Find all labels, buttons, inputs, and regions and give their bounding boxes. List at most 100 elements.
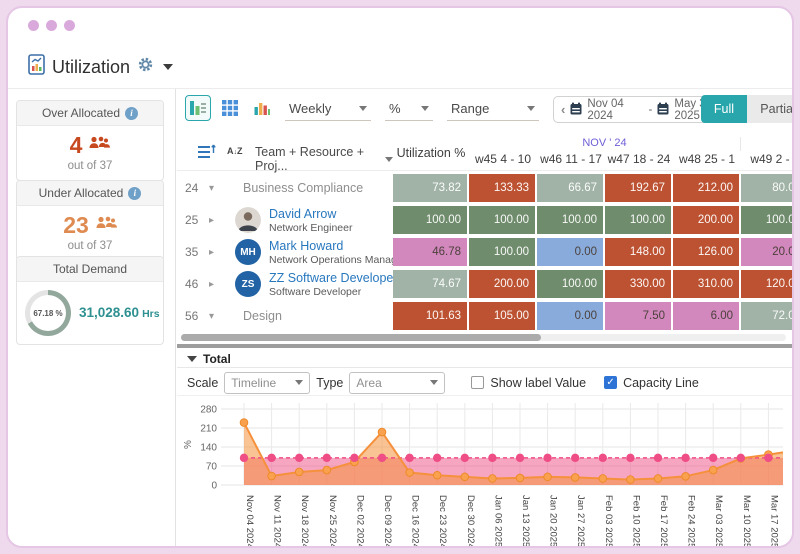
group-name[interactable]: Design xyxy=(243,309,282,323)
week-value-cell[interactable]: 126.00 xyxy=(673,238,739,266)
week-column-header[interactable]: w48 25 - 1 xyxy=(673,152,741,166)
collapse-icon[interactable] xyxy=(187,355,197,362)
svg-text:Dec 23 2024: Dec 23 2024 xyxy=(437,495,448,546)
week-value-cell[interactable]: 0.00 xyxy=(537,302,603,330)
capacity-line-checkbox[interactable]: ✓ xyxy=(604,376,618,389)
resource-role: Network Engineer xyxy=(269,221,353,234)
utilization-total-cell[interactable]: 46.78 xyxy=(393,238,467,266)
gear-icon[interactable] xyxy=(137,56,154,78)
svg-text:70: 70 xyxy=(206,462,218,473)
total-demand-card: Total Demand 67.18 % 31,028.60 Hrs xyxy=(16,256,164,345)
card-title: Total Demand xyxy=(52,262,128,276)
partial-toggle-button[interactable]: Partial xyxy=(747,95,792,123)
week-value-cell[interactable]: 200.00 xyxy=(673,206,739,234)
chevron-down-icon xyxy=(430,380,439,385)
week-column-header[interactable]: w46 11 - 17 xyxy=(537,152,605,166)
expand-toggle-icon[interactable]: ▾ xyxy=(209,183,235,194)
scale-select[interactable]: Timeline xyxy=(224,371,311,394)
svg-text:Nov 18 2024: Nov 18 2024 xyxy=(299,495,310,546)
window-dot[interactable] xyxy=(46,20,57,31)
week-value-cell[interactable]: 192.67 xyxy=(605,174,671,202)
svg-text:280: 280 xyxy=(200,405,217,416)
week-value-cell[interactable]: 212.00 xyxy=(673,174,739,202)
expand-toggle-icon[interactable]: ▸ xyxy=(209,279,235,290)
prev-range-button[interactable]: ‹ xyxy=(561,102,565,117)
week-value-cell[interactable]: 20.00 xyxy=(741,238,792,266)
utilization-total-cell[interactable]: 101.63 xyxy=(393,302,467,330)
panel-resize-divider[interactable] xyxy=(177,344,792,348)
resource-name-link[interactable]: David Arrow xyxy=(269,207,352,221)
week-value-cell[interactable]: 100.00 xyxy=(537,206,603,234)
avatar xyxy=(235,207,261,233)
group-name[interactable]: Business Compliance xyxy=(243,181,363,195)
expand-toggle-icon[interactable]: ▾ xyxy=(209,311,235,322)
over-allocated-card: Over Allocated i 4 out of 37 xyxy=(16,100,164,181)
utilization-total-cell[interactable]: 100.00 xyxy=(393,206,467,234)
horizontal-scrollbar[interactable] xyxy=(181,334,786,341)
card-title: Under Allocated xyxy=(38,186,124,200)
full-toggle-button[interactable]: Full xyxy=(701,95,747,123)
window-dot[interactable] xyxy=(64,20,75,31)
expand-toggle-icon[interactable]: ▸ xyxy=(209,215,235,226)
expand-toggle-icon[interactable]: ▸ xyxy=(209,247,235,258)
resource-name-link[interactable]: Mark Howard xyxy=(269,239,393,253)
utilization-view-button[interactable] xyxy=(185,95,211,121)
reorder-columns-icon[interactable] xyxy=(197,144,217,165)
date-from[interactable]: Nov 04 2024 xyxy=(587,98,643,122)
week-value-cell[interactable]: 100.00 xyxy=(605,206,671,234)
week-value-cell[interactable]: 80.00 xyxy=(741,174,792,202)
window-dot[interactable] xyxy=(28,20,39,31)
resource-row: 56 ▾ Design 101.63105.000.007.506.0072.00 xyxy=(177,300,792,332)
svg-text:%: % xyxy=(183,440,194,449)
week-value-cell[interactable]: 105.00 xyxy=(469,302,535,330)
utilization-total-cell[interactable]: 73.82 xyxy=(393,174,467,202)
people-group-icon xyxy=(88,135,111,156)
week-value-cell[interactable]: 100.00 xyxy=(469,206,535,234)
week-value-cell[interactable]: 310.00 xyxy=(673,270,739,298)
week-value-cell[interactable]: 100.00 xyxy=(741,206,792,234)
chevron-down-icon[interactable] xyxy=(163,64,174,70)
demand-donut: 67.18 % xyxy=(25,290,71,336)
unit-dropdown[interactable]: % xyxy=(385,97,433,121)
week-value-cell[interactable]: 72.00 xyxy=(741,302,792,330)
week-column-header[interactable]: w49 2 - 8 xyxy=(741,152,792,166)
info-icon[interactable]: i xyxy=(125,106,139,120)
period-dropdown[interactable]: Weekly xyxy=(285,97,371,121)
type-select[interactable]: Area xyxy=(349,371,446,394)
week-value-cell[interactable]: 148.00 xyxy=(605,238,671,266)
week-value-cell[interactable]: 330.00 xyxy=(605,270,671,298)
scale-label: Scale xyxy=(187,375,219,390)
range-dropdown[interactable]: Range xyxy=(447,97,539,121)
week-headers-row: w45 4 - 10 w46 11 - 17 w47 18 - 24 w48 25 -… xyxy=(469,152,792,166)
week-value-cell[interactable]: 100.00 xyxy=(469,238,535,266)
chevron-down-icon xyxy=(359,106,367,111)
utilization-total-cell[interactable]: 74.67 xyxy=(393,270,467,298)
svg-text:0: 0 xyxy=(211,481,217,492)
utilization-column-header[interactable]: Utilization % xyxy=(393,146,469,160)
card-caption: out of 37 xyxy=(67,240,113,252)
week-value-cell[interactable]: 7.50 xyxy=(605,302,671,330)
week-value-cell[interactable]: 120.00 xyxy=(741,270,792,298)
week-value-cell[interactable]: 100.00 xyxy=(537,270,603,298)
grid-view-button[interactable] xyxy=(217,95,243,121)
chart-view-button[interactable] xyxy=(249,95,275,121)
resource-name-link[interactable]: ZZ Software Developer xyxy=(269,271,393,285)
scrollbar-thumb[interactable] xyxy=(181,334,541,341)
svg-text:Feb 10 2025: Feb 10 2025 xyxy=(630,495,641,546)
resource-row: 24 ▾ Business Compliance 73.82 133.33 66.67 19… xyxy=(177,172,792,204)
week-column-header[interactable]: w45 4 - 10 xyxy=(469,152,537,166)
week-value-cell[interactable]: 133.33 xyxy=(469,174,535,202)
week-column-header[interactable]: w47 18 - 24 xyxy=(605,152,673,166)
page-header: Utilization xyxy=(28,54,174,80)
sort-alpha-icon[interactable]: A↓Z xyxy=(227,146,243,156)
week-value-cell[interactable]: 200.00 xyxy=(469,270,535,298)
grouping-dropdown[interactable]: Team + Resource + Proj... xyxy=(255,145,393,173)
total-section-header[interactable]: Total xyxy=(177,350,792,368)
week-value-cell[interactable]: 66.67 xyxy=(537,174,603,202)
chevron-down-icon xyxy=(527,106,535,111)
info-icon[interactable]: i xyxy=(128,186,142,200)
week-value-cell[interactable]: 0.00 xyxy=(537,238,603,266)
svg-text:Jan 13 2025: Jan 13 2025 xyxy=(520,495,531,546)
show-label-checkbox[interactable] xyxy=(471,376,485,389)
week-value-cell[interactable]: 6.00 xyxy=(673,302,739,330)
